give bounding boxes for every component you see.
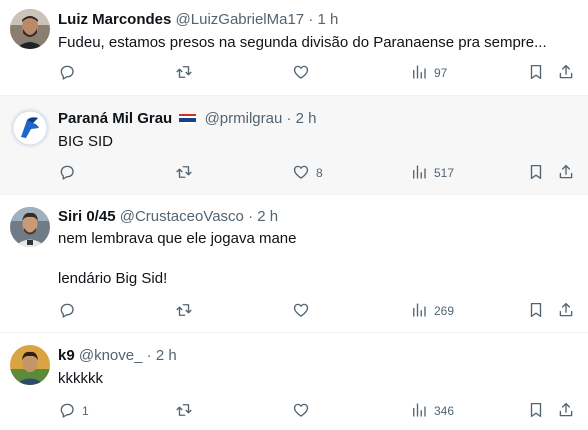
avatar[interactable]	[10, 9, 50, 49]
views-count: 97	[434, 66, 448, 80]
reply-button[interactable]	[58, 63, 82, 83]
views-count: 269	[434, 304, 455, 318]
tweet-text: kkkkkk	[58, 370, 103, 387]
bookmark-icon	[527, 301, 545, 322]
reply-icon	[58, 401, 76, 422]
views-icon	[410, 401, 428, 422]
like-icon	[292, 163, 310, 184]
separator-dot: ·	[248, 208, 254, 225]
action-bar: 1 346	[0, 401, 588, 421]
views-icon	[410, 63, 428, 84]
like-icon	[292, 301, 310, 322]
action-bar: 8 517	[0, 163, 588, 183]
bookmark-icon	[527, 63, 545, 84]
tweet[interactable]: Siri 0/45 @CrustaceoVasco · 2 h nem lemb…	[0, 195, 588, 333]
like-icon	[292, 401, 310, 422]
views-button[interactable]: 517	[410, 163, 454, 183]
retweet-button[interactable]	[175, 401, 199, 421]
reply-feed: Luiz Marcondes @LuizGabrielMa17 · 1 h Fu…	[0, 0, 588, 430]
avatar[interactable]	[10, 345, 50, 385]
bookmark-button[interactable]	[527, 163, 545, 183]
user-handle[interactable]: @prmilgrau	[205, 110, 283, 127]
thailand-flag-icon	[179, 112, 197, 124]
separator-dot: ·	[308, 11, 314, 28]
reply-icon	[58, 63, 76, 84]
retweet-icon	[175, 163, 193, 184]
like-count: 8	[316, 166, 323, 180]
views-icon	[410, 163, 428, 184]
like-icon	[292, 63, 310, 84]
tweet[interactable]: Luiz Marcondes @LuizGabrielMa17 · 1 h Fu…	[0, 0, 588, 96]
bookmark-button[interactable]	[527, 401, 545, 421]
tweet-text: nem lembrava que ele jogava mane lendári…	[58, 230, 297, 287]
reply-count: 1	[82, 404, 89, 418]
separator-dot: ·	[146, 347, 152, 364]
reply-icon	[58, 301, 76, 322]
share-button[interactable]	[557, 301, 575, 321]
user-handle[interactable]: @CrustaceoVasco	[120, 208, 244, 225]
user-handle[interactable]: @LuizGabrielMa17	[176, 11, 305, 28]
share-button[interactable]	[557, 163, 575, 183]
reply-button[interactable]	[58, 163, 82, 183]
retweet-button[interactable]	[175, 301, 199, 321]
retweet-icon	[175, 63, 193, 84]
retweet-icon	[175, 301, 193, 322]
bookmark-icon	[527, 163, 545, 184]
bookmark-button[interactable]	[527, 301, 545, 321]
views-button[interactable]: 346	[410, 401, 454, 421]
tweet[interactable]: k9 @knove_ · 2 h kkkkkk 1 346	[0, 333, 588, 430]
tweet[interactable]: Paraná Mil Grau @prmilgrau · 2 h BIG SID	[0, 96, 588, 195]
retweet-button[interactable]	[175, 63, 199, 83]
separator-dot: ·	[286, 110, 292, 127]
like-button[interactable]	[292, 63, 316, 83]
share-icon	[557, 401, 575, 422]
views-icon	[410, 301, 428, 322]
views-button[interactable]: 97	[410, 63, 447, 83]
tweet-header: k9 @knove_ · 2 h	[58, 346, 177, 366]
share-icon	[557, 163, 575, 184]
display-name[interactable]: Luiz Marcondes	[58, 11, 171, 28]
user-handle[interactable]: @knove_	[79, 347, 143, 364]
reply-button[interactable]	[58, 301, 82, 321]
display-name[interactable]: Siri 0/45	[58, 208, 116, 225]
timestamp[interactable]: 2 h	[257, 208, 278, 225]
avatar[interactable]	[10, 108, 50, 148]
display-name[interactable]: k9	[58, 347, 75, 364]
tweet-text: Fudeu, estamos presos na segunda divisão…	[58, 34, 547, 51]
timestamp[interactable]: 2 h	[296, 110, 317, 127]
tweet-header: Siri 0/45 @CrustaceoVasco · 2 h	[58, 207, 278, 227]
tweet-header: Luiz Marcondes @LuizGabrielMa17 · 1 h	[58, 10, 338, 30]
action-bar: 97	[0, 63, 588, 83]
timestamp[interactable]: 2 h	[156, 347, 177, 364]
display-name[interactable]: Paraná Mil Grau	[58, 110, 172, 127]
retweet-button[interactable]	[175, 163, 199, 183]
action-bar: 269	[0, 301, 588, 321]
share-button[interactable]	[557, 401, 575, 421]
share-icon	[557, 63, 575, 84]
views-count: 517	[434, 166, 455, 180]
bookmark-button[interactable]	[527, 63, 545, 83]
views-count: 346	[434, 404, 455, 418]
share-button[interactable]	[557, 63, 575, 83]
retweet-icon	[175, 401, 193, 422]
tweet-header: Paraná Mil Grau @prmilgrau · 2 h	[58, 109, 317, 129]
like-button[interactable]: 8	[292, 163, 323, 183]
views-button[interactable]: 269	[410, 301, 454, 321]
reply-button[interactable]: 1	[58, 401, 89, 421]
like-button[interactable]	[292, 301, 316, 321]
avatar[interactable]	[10, 207, 50, 247]
like-button[interactable]	[292, 401, 316, 421]
timestamp[interactable]: 1 h	[318, 11, 339, 28]
reply-icon	[58, 163, 76, 184]
share-icon	[557, 301, 575, 322]
tweet-text: BIG SID	[58, 133, 114, 150]
bookmark-icon	[527, 401, 545, 422]
